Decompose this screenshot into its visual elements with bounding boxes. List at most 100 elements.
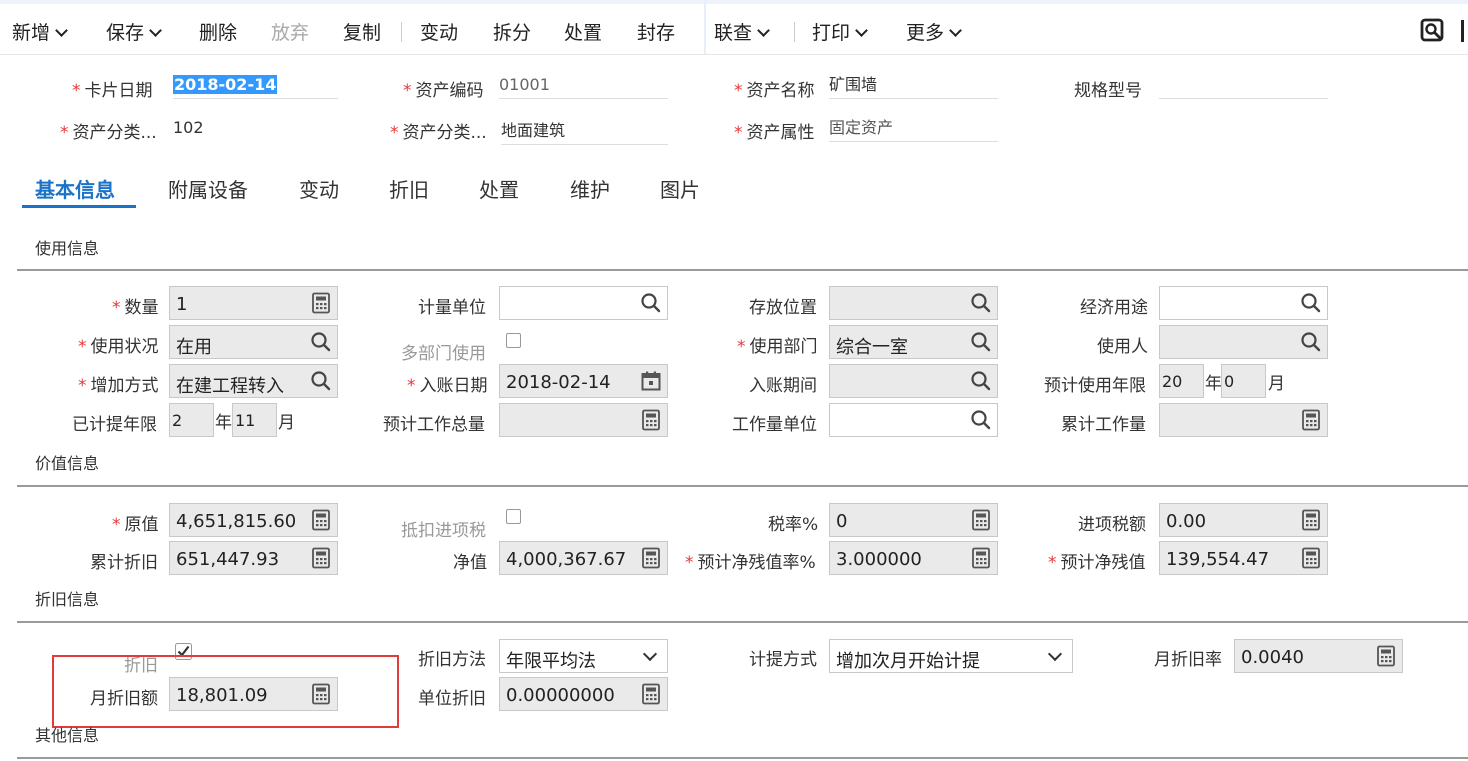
dept-field[interactable]: 综合一室 [829,325,998,359]
accrued-months-field[interactable]: 11 [232,403,277,437]
month-unit: 月 [1268,374,1285,394]
qty-field[interactable]: 1 [169,286,338,320]
calendar-icon[interactable] [640,370,662,392]
add-button[interactable]: 新增 [12,18,68,45]
accrual-select[interactable]: 增加次月开始计提 [829,639,1073,673]
entry-date-field[interactable]: 2018-02-14 [499,364,668,398]
accum-field[interactable]: 651,447.93 [169,541,338,575]
cum-work-field[interactable] [1159,403,1328,437]
calculator-icon[interactable] [310,547,332,569]
calculator-icon[interactable] [640,409,662,431]
life-months-field[interactable]: 0 [1221,364,1266,398]
net-value: 4,000,367.67 [506,549,627,570]
search-icon[interactable] [1300,292,1322,314]
preview-search-icon[interactable] [1420,18,1446,44]
asset-attr-label: * 资产属性 [734,123,815,143]
tab-disposal[interactable]: 处置 [479,174,519,203]
calculator-icon[interactable] [1300,547,1322,569]
accrual-label: 计提方式 [749,650,817,670]
search-icon[interactable] [970,331,992,353]
calculator-icon[interactable] [1300,409,1322,431]
accrued-months-value: 11 [235,411,256,430]
qty-value: 1 [176,294,188,315]
orig-label: * 原值 [112,515,159,535]
link-query-button[interactable]: 联查 [714,18,770,45]
copy-button[interactable]: 复制 [343,18,381,45]
category-name-field[interactable]: 地面建筑 [501,118,668,145]
asset-name-field[interactable]: 矿围墙 [829,72,998,99]
orig-field[interactable]: 4,651,815.60 [169,503,338,537]
residual-rate-field[interactable]: 3.000000 [829,541,998,575]
purpose-field[interactable] [1159,286,1328,320]
location-label: 存放位置 [749,298,817,318]
status-field[interactable]: 在用 [169,325,338,359]
calculator-icon[interactable] [640,547,662,569]
search-icon[interactable] [640,292,662,314]
location-field[interactable] [829,286,998,320]
add-method-label: * 增加方式 [78,376,159,396]
delete-button[interactable]: 删除 [199,18,237,45]
search-icon[interactable] [1300,331,1322,353]
calculator-icon[interactable] [970,509,992,531]
monthly-rate-field[interactable]: 0.0040 [1234,639,1403,673]
spec-field[interactable] [1159,72,1328,99]
calculator-icon[interactable] [1375,645,1397,667]
orig-value: 4,651,815.60 [176,511,297,532]
asset-attr-field[interactable]: 固定资产 [829,115,998,142]
accrued-years-field[interactable]: 2 [169,403,214,437]
unit-field[interactable] [499,286,668,320]
category-code-field[interactable]: 102 [173,115,338,141]
change-button[interactable]: 变动 [420,18,458,45]
tab-basic-info[interactable]: 基本信息 [35,174,115,203]
dispose-button[interactable]: 处置 [564,18,602,45]
search-icon[interactable] [970,409,992,431]
calculator-icon[interactable] [1300,509,1322,531]
total-work-field[interactable] [499,403,668,437]
life-years-field[interactable]: 20 [1159,364,1204,398]
calculator-icon[interactable] [310,509,332,531]
tab-depreciation[interactable]: 折旧 [389,174,429,203]
asset-code-field[interactable]: 01001 [499,72,668,99]
entry-period-field[interactable] [829,364,998,398]
more-button[interactable]: 更多 [906,18,962,45]
toolbar-separator [401,22,402,42]
input-tax-field[interactable]: 0.00 [1159,503,1328,537]
residual-field[interactable]: 139,554.47 [1159,541,1328,575]
print-button[interactable]: 打印 [812,18,868,45]
tax-rate-field[interactable]: 0 [829,503,998,537]
add-method-field[interactable]: 在建工程转入 [169,364,338,398]
discard-button[interactable]: 放弃 [271,18,309,45]
tab-attached-equipment[interactable]: 附属设备 [168,174,248,203]
accum-value: 651,447.93 [176,549,280,570]
save-button[interactable]: 保存 [106,18,162,45]
net-field[interactable]: 4,000,367.67 [499,541,668,575]
tab-change[interactable]: 变动 [299,174,339,203]
method-select[interactable]: 年限平均法 [499,639,668,673]
unit-dep-field[interactable]: 0.00000000 [499,677,668,711]
section-title-usage: 使用信息 [35,239,100,258]
search-icon[interactable] [970,292,992,314]
user-field[interactable] [1159,325,1328,359]
input-tax-label: 进项税额 [1078,515,1146,535]
tab-images[interactable]: 图片 [660,174,700,203]
asset-name-label: * 资产名称 [734,81,815,101]
search-icon[interactable] [310,331,332,353]
split-button[interactable]: 拆分 [493,18,531,45]
multi-dept-label: 多部门使用 [401,344,486,364]
multi-dept-checkbox[interactable] [506,333,521,348]
status-value: 在用 [176,337,212,358]
entry-date-label: * 入账日期 [407,376,488,396]
calculator-icon[interactable] [970,547,992,569]
add-method-value: 在建工程转入 [176,376,284,397]
work-unit-field[interactable] [829,403,998,437]
residual-rate-value: 3.000000 [836,549,922,570]
residual-rate-label: * 预计净残值率% [685,553,816,573]
search-icon[interactable] [310,370,332,392]
tab-maintenance[interactable]: 维护 [570,174,610,203]
deduct-checkbox[interactable] [506,509,521,524]
calculator-icon[interactable] [640,683,662,705]
seal-button[interactable]: 封存 [637,18,675,45]
search-icon[interactable] [970,370,992,392]
card-date-field[interactable]: 2018-02-14 [173,72,338,99]
calculator-icon[interactable] [310,292,332,314]
